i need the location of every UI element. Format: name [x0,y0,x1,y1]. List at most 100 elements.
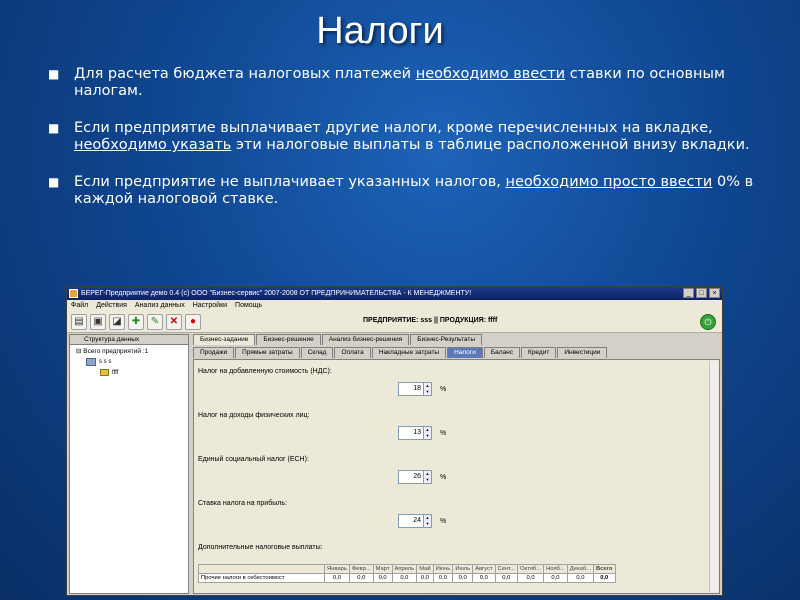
table-header[interactable]: Июнь [432,564,454,574]
table-cell: 0,0 [593,573,616,583]
income-tax-input[interactable]: 13 [398,426,424,440]
subtab-credit[interactable]: Кредит [521,347,557,358]
table-cell[interactable]: 0,0 [517,573,545,583]
close-button[interactable]: × [709,288,720,298]
open-folder-icon[interactable]: ▤ [71,313,87,330]
tab-business-task[interactable]: Бизнес-задание [193,334,256,345]
table-cell[interactable]: 0,0 [566,573,595,583]
table-cell[interactable]: 0,0 [432,573,454,583]
table-cell[interactable]: 0,0 [494,573,519,583]
vat-spinner: 18 ▲ ▼ % [398,382,446,396]
tree-node-label: s s s [99,359,112,365]
table-cell[interactable]: 0,0 [416,573,434,583]
window-title: БЕРЕГ-Предприятие демо 0.4 (c) ООО "Бизн… [81,290,472,297]
subtab-taxes[interactable]: Налоги [447,347,483,358]
social-tax-unit: % [440,473,447,481]
subtab-payment[interactable]: Оплата [334,347,371,358]
table-cell[interactable]: 0,0 [543,573,568,583]
vat-input[interactable]: 18 [398,382,424,396]
vat-unit: % [440,385,447,393]
save-as-icon[interactable]: ◪ [109,313,125,330]
table-header [198,564,325,574]
bullet-item: ■ Если предприятие не выплачивает указан… [48,174,768,208]
tree-node-product[interactable]: ffff [70,369,188,376]
table-cell[interactable]: 0,0 [472,573,496,583]
tree-node-enterprise[interactable]: s s s [70,358,188,366]
table-header[interactable]: Февр... [348,564,374,574]
subtab-balance[interactable]: Баланс [483,347,521,358]
bullet-text-part: Если предприятие выплачивает другие нало… [74,120,713,136]
bullet-text: Если предприятие выплачивает другие нало… [74,120,768,154]
add-icon[interactable]: ✚ [128,313,144,330]
main-tabs: Бизнес-задание Бизнес-решение Анализ биз… [193,334,720,345]
subtab-direct-costs[interactable]: Прямые затраты [235,347,300,358]
spin-down-icon[interactable]: ▼ [424,521,431,527]
subtab-overhead[interactable]: Накладные затраты [371,347,447,358]
table-cell[interactable]: 0,0 [372,573,393,583]
tree-node-label: ffff [112,369,119,376]
income-tax-stepper[interactable]: ▲ ▼ [424,426,432,440]
social-tax-stepper[interactable]: ▲ ▼ [424,470,432,484]
table-cell[interactable]: 0,0 [324,573,350,583]
table-header[interactable]: Январь [324,564,350,574]
product-icon [100,369,109,376]
table-cell[interactable]: 0,0 [452,573,474,583]
window-titlebar[interactable]: БЕРЕГ-Предприятие демо 0.4 (c) ООО "Бизн… [67,287,722,300]
table-header[interactable]: Август [472,564,496,574]
spin-down-icon[interactable]: ▼ [424,477,431,483]
save-icon[interactable]: ▣ [90,313,106,330]
tree-header: Структура данных [70,335,188,345]
table-header[interactable]: Нояб... [543,564,568,574]
subtab-sales[interactable]: Продажи [193,347,235,358]
bullet-emphasis: необходимо ввести [415,66,566,82]
vat-label: Налог на добавленную стоимость (НДС): [198,368,332,375]
table-header[interactable]: Май [416,564,434,574]
power-icon[interactable]: ⏻ [700,314,716,330]
income-tax-label: Налог на доходы физических лиц: [198,412,310,419]
table-row: Прочие налоги в себестоимост 0,0 0,0 0,0… [198,573,616,583]
menu-settings[interactable]: Настройки [193,300,227,311]
tree-root-label: Всего предприятий :1 [83,348,149,355]
subtab-warehouse[interactable]: Склад [300,347,334,358]
table-header-row: Январь Февр... Март Апрель Май Июнь Июль… [198,564,616,574]
table-header[interactable]: Всего [593,564,616,574]
vat-stepper[interactable]: ▲ ▼ [424,382,432,396]
table-header[interactable]: Октяб... [517,564,545,574]
table-header[interactable]: Март [372,564,393,574]
tab-business-results[interactable]: Бизнес-Результаты [410,334,482,345]
sub-tabs: Продажи Прямые затраты Склад Оплата Накл… [193,347,720,358]
table-header[interactable]: Июль [452,564,474,574]
table-cell[interactable]: 0,0 [348,573,374,583]
bullet-text-part: Для расчета бюджета налоговых платежей [74,66,416,82]
social-tax-input[interactable]: 26 [398,470,424,484]
stop-icon[interactable]: ● [185,313,201,330]
spin-down-icon[interactable]: ▼ [424,433,431,439]
edit-icon[interactable]: ✎ [147,313,163,330]
menu-help[interactable]: Помощь [235,300,262,311]
tab-business-decision[interactable]: Бизнес-решение [256,334,321,345]
bullet-emphasis: необходимо просто ввести [505,174,713,190]
tab-decision-analysis[interactable]: Анализ бизнес-решения [321,334,410,345]
tree-root[interactable]: ⊟ Всего предприятий :1 [70,345,188,355]
main-panel: Бизнес-задание Бизнес-решение Анализ биз… [193,334,720,594]
table-header[interactable]: Сент... [494,564,519,574]
vertical-scrollbar[interactable] [709,361,718,592]
profit-tax-spinner: 24 ▲ ▼ % [398,514,446,528]
delete-icon[interactable]: ✕ [166,313,182,330]
social-tax-label: Единый социальный налог (ЕСН): [198,456,309,463]
table-header[interactable]: Апрель [391,564,418,574]
income-tax-spinner: 13 ▲ ▼ % [398,426,446,440]
slide-title: Налоги [316,10,444,52]
table-header[interactable]: Декаб... [566,564,595,574]
menu-file[interactable]: Файл [71,300,88,311]
enterprise-icon [86,358,96,366]
maximize-button[interactable]: □ [696,288,707,298]
minimize-button[interactable]: _ [683,288,694,298]
table-cell[interactable]: 0,0 [391,573,418,583]
spin-down-icon[interactable]: ▼ [424,389,431,395]
profit-tax-stepper[interactable]: ▲ ▼ [424,514,432,528]
menu-actions[interactable]: Действия [96,300,127,311]
subtab-investments[interactable]: Инвестиции [557,347,608,358]
profit-tax-input[interactable]: 24 [398,514,424,528]
menu-analysis[interactable]: Анализ данных [135,300,185,311]
